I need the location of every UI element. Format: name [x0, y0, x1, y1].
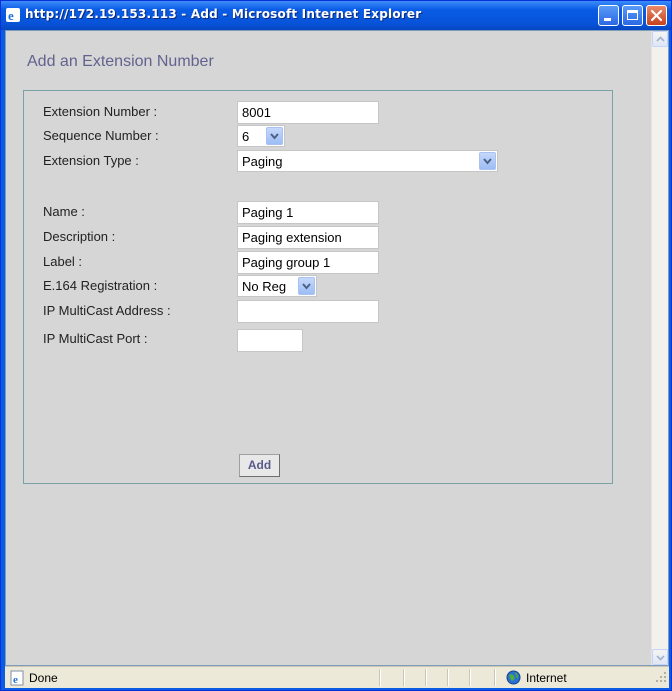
page-done-icon: e	[9, 670, 25, 689]
minimize-button[interactable]	[598, 5, 619, 26]
extension-number-input[interactable]: 8001	[237, 101, 379, 124]
extension-type-value: Paging	[242, 154, 283, 169]
label-input[interactable]: Paging group 1	[237, 251, 379, 274]
page-title: Add an Extension Number	[27, 53, 214, 70]
status-divider	[425, 669, 427, 686]
svg-text:e: e	[13, 674, 18, 686]
security-zone-text: Internet	[526, 671, 567, 685]
chevron-down-icon[interactable]	[266, 127, 283, 145]
chevron-down-icon	[656, 655, 665, 661]
sequence-number-select[interactable]: 6	[237, 125, 285, 147]
ip-multicast-port-input[interactable]	[237, 329, 303, 352]
ip-multicast-address-input[interactable]	[237, 300, 379, 323]
label-field-label: Label :	[43, 254, 83, 269]
scroll-up-button[interactable]	[652, 31, 668, 47]
description-label: Description :	[43, 229, 116, 244]
ip-multicast-port-label: IP MultiCast Port :	[43, 331, 148, 346]
extension-type-select[interactable]: Paging	[237, 150, 498, 172]
close-icon	[650, 9, 663, 22]
name-label: Name :	[43, 204, 85, 219]
chevron-down-icon[interactable]	[298, 277, 315, 295]
close-button[interactable]	[646, 5, 667, 26]
window-title: http://172.19.153.113 - Add - Microsoft …	[25, 7, 422, 21]
status-divider	[494, 669, 496, 686]
maximize-icon	[627, 10, 638, 20]
internet-globe-icon	[506, 670, 521, 688]
extension-number-label: Extension Number :	[43, 104, 158, 119]
minimize-icon	[604, 18, 611, 21]
e164-registration-label: E.164 Registration :	[43, 278, 158, 293]
status-text: Done	[29, 671, 58, 685]
description-input[interactable]: Paging extension	[237, 226, 379, 249]
title-bar[interactable]: e http://172.19.153.113 - Add - Microsof…	[1, 1, 671, 30]
svg-text:e: e	[8, 8, 14, 23]
status-divider	[379, 669, 381, 686]
resize-grip-icon[interactable]	[655, 671, 667, 686]
name-input[interactable]: Paging 1	[237, 201, 379, 224]
extension-type-label: Extension Type :	[43, 153, 139, 168]
status-bar: e Done Internet	[5, 666, 669, 688]
status-divider	[403, 669, 405, 686]
sequence-number-value: 6	[242, 129, 250, 144]
status-divider	[469, 669, 471, 686]
sequence-number-label: Sequence Number :	[43, 128, 159, 143]
vertical-scrollbar[interactable]	[651, 31, 668, 665]
browser-window: e http://172.19.153.113 - Add - Microsof…	[0, 0, 672, 691]
ie-icon: e	[5, 7, 21, 23]
extension-form: Extension Number : 8001 Sequence Number …	[23, 90, 613, 484]
chevron-up-icon	[656, 36, 665, 42]
add-button[interactable]: Add	[239, 454, 280, 477]
maximize-button[interactable]	[622, 5, 643, 26]
e164-registration-value: No Reg	[242, 279, 287, 294]
chevron-down-icon[interactable]	[479, 152, 496, 170]
e164-registration-select[interactable]: No Reg	[237, 275, 317, 297]
browser-viewport: Add an Extension Number Extension Number…	[5, 30, 669, 666]
scroll-down-button[interactable]	[652, 649, 668, 665]
ip-multicast-address-label: IP MultiCast Address :	[43, 303, 171, 318]
status-divider	[447, 669, 449, 686]
page-content: Add an Extension Number Extension Number…	[6, 31, 651, 665]
